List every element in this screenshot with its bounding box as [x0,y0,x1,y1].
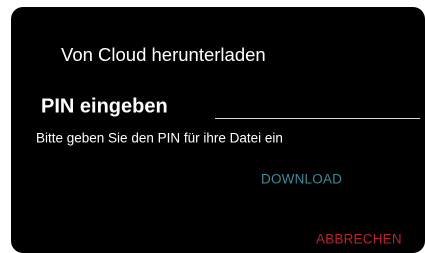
download-from-cloud-dialog: Von Cloud herunterladen PIN eingeben Bit… [11,7,425,253]
pin-input[interactable] [215,95,420,119]
download-button[interactable]: DOWNLOAD [261,172,342,187]
dialog-title: Von Cloud herunterladen [61,44,266,65]
pin-instruction: Bitte geben Sie den PIN für ihre Datei e… [36,130,283,146]
cancel-button[interactable]: ABBRECHEN [316,232,402,247]
pin-label: PIN eingeben [41,95,168,118]
